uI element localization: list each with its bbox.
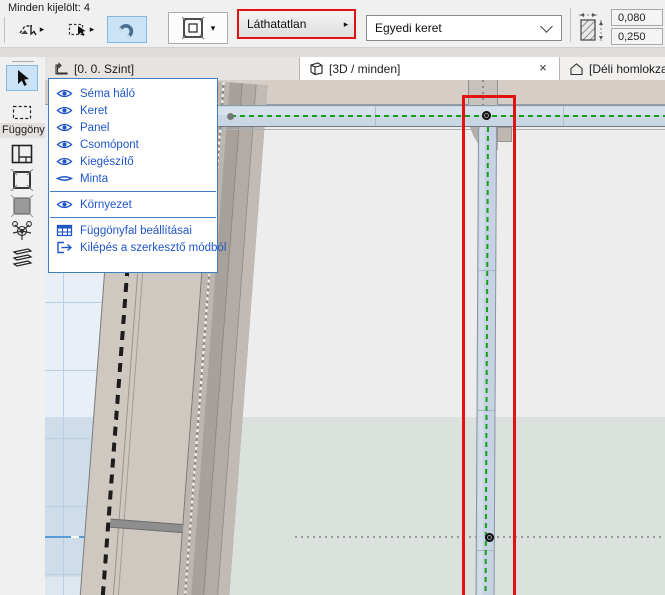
frame-profile-button[interactable]: ▾ [168, 12, 228, 44]
menu-item-panel[interactable]: Panel [49, 119, 217, 136]
menu-item-kiegeszito[interactable]: Kiegészítő [49, 153, 217, 170]
frame-class-value: Egyedi keret [367, 21, 542, 35]
menu-separator [50, 191, 216, 192]
toolbox-section-label: Függöny [0, 123, 45, 138]
chevron-down-icon [540, 20, 553, 33]
junction-icon [11, 220, 33, 242]
frame-tool[interactable] [7, 168, 37, 192]
eye-open-icon [56, 139, 73, 150]
frame-width-field[interactable] [611, 9, 663, 26]
menu-item-sema-halo[interactable]: Séma háló [49, 85, 217, 102]
magnet-icon [117, 21, 137, 39]
accessory-tool[interactable] [7, 245, 37, 269]
magnet-toggle-button[interactable] [107, 16, 147, 43]
scheme-grid-tool[interactable] [7, 142, 37, 166]
tab-floor-plan[interactable]: [0. 0. Szint] [45, 57, 300, 80]
menu-separator [50, 217, 216, 218]
tab-elevation[interactable]: [Déli homlokza [560, 57, 665, 80]
frame-profile-icon [181, 16, 205, 40]
cube-icon [309, 61, 324, 76]
hotspot-node[interactable] [485, 533, 494, 542]
marquee-select-button[interactable]: ▸ [58, 16, 104, 43]
story-dotted-line [497, 536, 665, 538]
frame-class-select[interactable]: Egyedi keret [366, 15, 562, 41]
scheme-grid-line [63, 220, 64, 595]
toolbox-sidebar: Függöny [0, 57, 45, 595]
visibility-context-menu: Séma háló Keret Panel Csomópont Kiegészí… [48, 78, 218, 273]
close-icon[interactable]: × [535, 60, 551, 76]
menu-item-keret[interactable]: Keret [49, 102, 217, 119]
toolbar-lower-band [0, 47, 665, 57]
lasso-select-icon [18, 22, 38, 38]
marquee-icon [12, 105, 32, 120]
panel-tool[interactable] [7, 194, 37, 218]
frame-depth-field[interactable] [611, 28, 663, 45]
settings-table-icon [56, 224, 73, 237]
eye-open-icon [56, 199, 73, 210]
menu-item-minta[interactable]: Minta [49, 170, 217, 187]
exit-icon [56, 241, 73, 254]
hotspot-node[interactable] [482, 111, 491, 120]
eye-open-icon [56, 105, 73, 116]
eye-open-icon [56, 122, 73, 133]
member-end-node[interactable] [227, 113, 234, 120]
flyout-arrow-icon: ▸ [90, 25, 95, 34]
frame-tool-icon [10, 169, 34, 191]
selection-status: Minden kijelölt: 4 [8, 2, 90, 14]
top-toolbar: Minden kijelölt: 4 ▸ ▸ [0, 0, 665, 47]
select-arrow-tool[interactable] [7, 66, 37, 90]
story-dotted-line [295, 536, 478, 538]
menu-item-kilepes[interactable]: Kilépés a szerkesztő módból [49, 239, 217, 256]
tab-3d-view[interactable]: [3D / minden] × [300, 57, 560, 80]
archicad-window: Minden kijelölt: 4 ▸ ▸ [0, 0, 665, 595]
tab-label: [Déli homlokza [589, 62, 665, 76]
slab-edge [110, 519, 183, 533]
eye-closed-icon [56, 173, 73, 184]
junction-tool[interactable] [7, 219, 37, 243]
menu-item-fuggonyfal-beallitasai[interactable]: Függönyfal beállításai [49, 222, 217, 239]
visibility-dropdown[interactable]: Láthatatlan ▸ [237, 9, 356, 39]
tab-label: [0. 0. Szint] [74, 62, 134, 76]
lasso-select-button[interactable]: ▸ [8, 16, 54, 43]
frame-dimension-icon [577, 10, 607, 44]
view-tab-bar: [0. 0. Szint] [3D / minden] × [Déli homl… [45, 57, 665, 80]
scheme-grid-icon [11, 144, 33, 164]
selection-reference-line [231, 115, 665, 117]
toolbar-separator [4, 17, 5, 43]
menu-item-csomopont[interactable]: Csomópont [49, 136, 217, 153]
flyout-arrow-icon: ▸ [338, 19, 354, 30]
tab-label: [3D / minden] [329, 62, 400, 76]
eye-open-icon [56, 88, 73, 99]
menu-item-kornyezet[interactable]: Környezet [49, 196, 217, 213]
floor-plan-icon [54, 62, 69, 76]
marquee-tool[interactable] [7, 100, 37, 124]
dropdown-arrow-icon: ▾ [211, 24, 216, 33]
toolbox-divider [12, 61, 34, 62]
panel-icon [10, 195, 34, 217]
arrow-cursor-icon [14, 69, 30, 87]
elevation-icon [569, 62, 584, 76]
marquee-select-icon [68, 22, 88, 38]
selection-highlight-rect [462, 95, 516, 595]
toolbar-separator [570, 8, 571, 42]
eye-open-icon [56, 156, 73, 167]
visibility-dropdown-value: Láthatatlan [239, 17, 338, 31]
accessory-icon [10, 247, 34, 267]
flyout-arrow-icon: ▸ [40, 25, 45, 34]
